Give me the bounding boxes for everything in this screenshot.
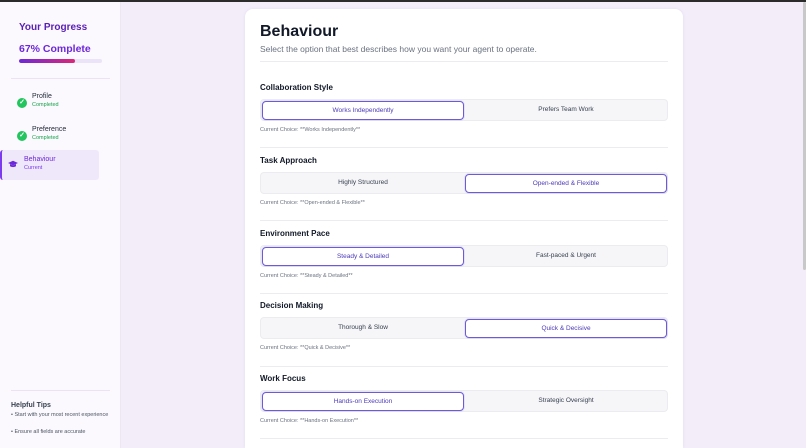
progress-percentage: 67% Complete — [19, 43, 91, 55]
step-status: Completed — [32, 102, 59, 108]
behaviour-card: Behaviour Select the option that best de… — [245, 9, 683, 448]
header-divider — [260, 61, 668, 62]
option-highly-structured[interactable]: Highly Structured — [262, 174, 464, 193]
current-choice: Current Choice: **Quick & Decisive** — [260, 345, 351, 351]
option-toggle: Highly Structured Open-ended & Flexible — [260, 172, 668, 194]
section-title: Task Approach — [260, 156, 317, 165]
current-choice: Current Choice: **Steady & Detailed** — [260, 273, 353, 279]
page-subtitle: Select the option that best describes ho… — [260, 44, 537, 54]
check-circle-icon: ✓ — [17, 98, 27, 108]
step-behaviour[interactable]: Behaviour Current — [0, 150, 99, 180]
sidebar-divider — [11, 390, 110, 391]
progress-title: Your Progress — [19, 22, 88, 33]
section-divider — [260, 147, 668, 148]
tips-title: Helpful Tips — [11, 402, 51, 409]
section-divider — [260, 293, 668, 294]
option-quick-decisive[interactable]: Quick & Decisive — [465, 319, 667, 338]
option-steady-detailed[interactable]: Steady & Detailed — [262, 247, 464, 266]
current-choice: Current Choice: **Hands-on Execution** — [260, 418, 359, 424]
section-title: Decision Making — [260, 301, 324, 310]
step-status: Current — [24, 165, 43, 171]
section-title: Work Focus — [260, 374, 306, 383]
progress-bar — [19, 59, 102, 63]
option-hands-on-execution[interactable]: Hands-on Execution — [262, 392, 464, 411]
option-toggle: Steady & Detailed Fast-paced & Urgent — [260, 245, 668, 267]
section-title: Collaboration Style — [260, 83, 333, 92]
page-title: Behaviour — [260, 23, 339, 40]
section-divider — [260, 366, 668, 367]
progress-bar-fill — [19, 59, 75, 63]
section-divider — [260, 438, 668, 439]
tip-item: • Ensure all fields are accurate — [11, 429, 86, 435]
step-label: Preference — [32, 126, 67, 133]
option-toggle: Works Independently Prefers Team Work — [260, 99, 668, 121]
option-strategic-oversight[interactable]: Strategic Oversight — [465, 392, 667, 411]
sidebar-divider — [11, 78, 110, 79]
option-fast-paced-urgent[interactable]: Fast-paced & Urgent — [465, 247, 667, 266]
option-open-ended-flexible[interactable]: Open-ended & Flexible — [465, 174, 667, 193]
tip-item: • Start with your most recent experience — [11, 412, 109, 418]
step-status: Completed — [32, 135, 59, 141]
step-profile[interactable]: ✓ Profile Completed — [11, 91, 110, 121]
graduation-cap-icon — [8, 160, 18, 168]
section-title: Environment Pace — [260, 229, 330, 238]
step-label: Profile — [32, 93, 52, 100]
step-label: Behaviour — [24, 156, 56, 163]
option-works-independently[interactable]: Works Independently — [262, 101, 464, 120]
sidebar: Your Progress 67% Complete ✓ Profile Com… — [0, 2, 121, 448]
option-toggle: Thorough & Slow Quick & Decisive — [260, 317, 668, 339]
option-prefers-team-work[interactable]: Prefers Team Work — [465, 101, 667, 120]
check-circle-icon: ✓ — [17, 131, 27, 141]
current-choice: Current Choice: **Works Independently** — [260, 127, 361, 133]
option-toggle: Hands-on Execution Strategic Oversight — [260, 390, 668, 412]
section-divider — [260, 220, 668, 221]
current-choice: Current Choice: **Open-ended & Flexible*… — [260, 200, 365, 206]
option-thorough-slow[interactable]: Thorough & Slow — [262, 319, 464, 338]
